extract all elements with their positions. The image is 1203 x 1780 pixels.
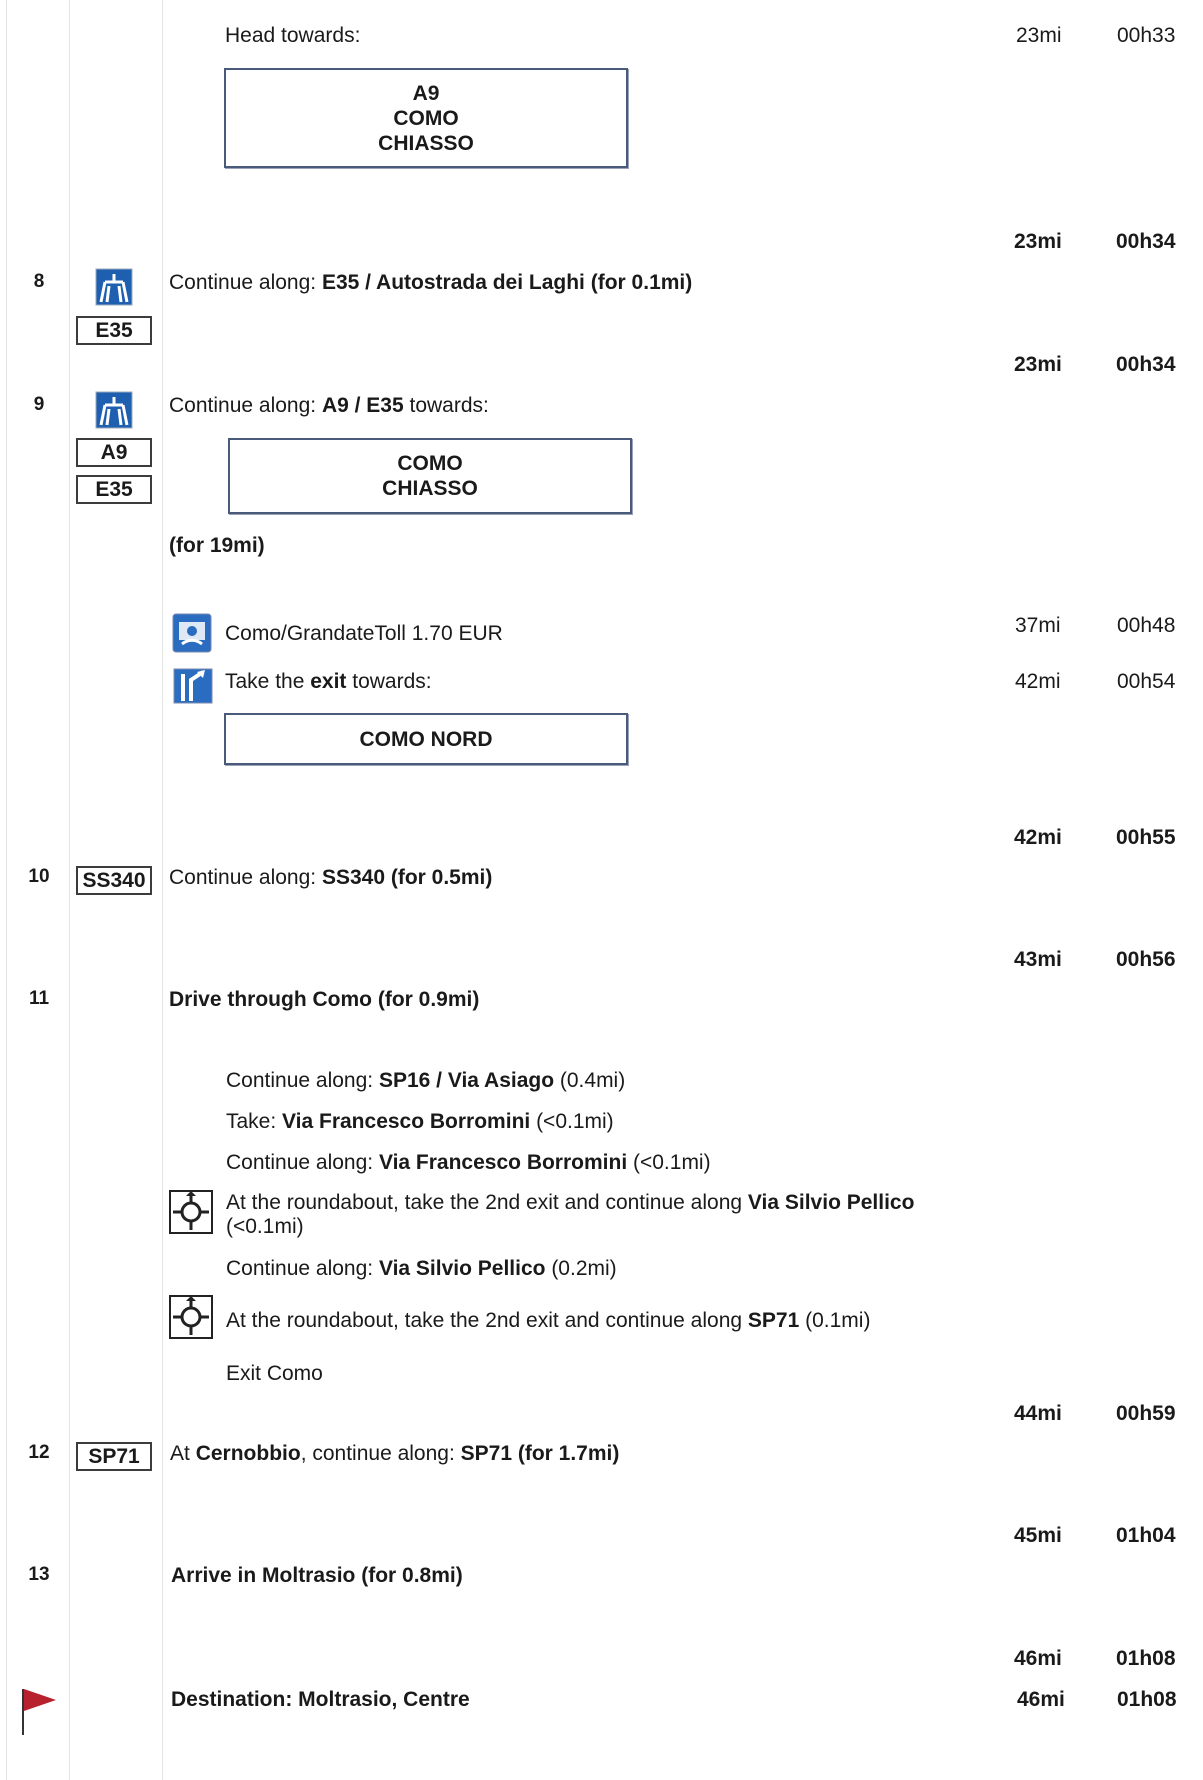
sub-instruction: Continue along: Via Silvio Pellico (0.2m… bbox=[226, 1257, 617, 1280]
sign-line: CHIASSO bbox=[378, 131, 474, 155]
motorway-icon bbox=[95, 268, 133, 312]
exit-instruction: Take the exit towards: bbox=[225, 670, 432, 693]
step-instruction: Continue along: E35 / Autostrada dei Lag… bbox=[169, 271, 693, 294]
for-distance: (for 19mi) bbox=[169, 534, 265, 557]
time: 00h54 bbox=[1117, 670, 1176, 693]
distance: 42mi bbox=[1015, 670, 1061, 693]
roundabout-icon bbox=[169, 1295, 213, 1345]
distance: 43mi bbox=[1014, 948, 1062, 971]
sign-line: CHIASSO bbox=[382, 477, 478, 500]
exit-icon bbox=[173, 668, 213, 710]
step-number: 13 bbox=[28, 1564, 50, 1585]
column-divider bbox=[6, 0, 7, 1780]
distance: 23mi bbox=[1016, 24, 1062, 47]
toll-icon bbox=[172, 613, 212, 659]
sign-line: COMO bbox=[397, 452, 463, 475]
time: 00h59 bbox=[1116, 1402, 1176, 1425]
direction-sign: COMO NORD bbox=[224, 713, 628, 765]
step-instruction: Continue along: A9 / E35 towards: bbox=[169, 394, 489, 417]
step-title: Drive through Como (for 0.9mi) bbox=[169, 988, 480, 1011]
direction-sign: A9 COMO CHIASSO bbox=[224, 68, 628, 168]
distance: 42mi bbox=[1014, 826, 1062, 849]
step-instruction: Continue along: SS340 (for 0.5mi) bbox=[169, 866, 493, 889]
direction-sign: COMO CHIASSO bbox=[228, 438, 632, 514]
time: 00h48 bbox=[1117, 614, 1176, 637]
step-title: Arrive in Moltrasio (for 0.8mi) bbox=[171, 1564, 463, 1587]
destination-label: Destination: Moltrasio, Centre bbox=[171, 1688, 470, 1711]
time: 00h33 bbox=[1117, 24, 1176, 47]
distance: 37mi bbox=[1015, 614, 1061, 637]
sub-instruction: At the roundabout, take the 2nd exit and… bbox=[226, 1191, 915, 1214]
time: 01h08 bbox=[1116, 1647, 1176, 1670]
flag-icon bbox=[20, 1685, 60, 1743]
sub-instruction: At the roundabout, take the 2nd exit and… bbox=[226, 1309, 871, 1332]
road-shield: SP71 bbox=[76, 1442, 152, 1471]
step-number: 10 bbox=[28, 866, 50, 887]
sub-instruction: Continue along: SP16 / Via Asiago (0.4mi… bbox=[226, 1069, 626, 1092]
sub-instruction: Take: Via Francesco Borromini (<0.1mi) bbox=[226, 1110, 614, 1133]
toll-text: Como/GrandateToll 1.70 EUR bbox=[225, 622, 503, 645]
road-shield: E35 bbox=[76, 316, 152, 345]
roundabout-icon bbox=[169, 1190, 213, 1240]
step-number: 8 bbox=[33, 271, 45, 292]
step-instruction: At Cernobbio, continue along: SP71 (for … bbox=[170, 1442, 620, 1465]
distance: 23mi bbox=[1014, 230, 1062, 253]
sign-line: A9 bbox=[412, 81, 440, 105]
step-number: 12 bbox=[28, 1442, 50, 1463]
time: 00h34 bbox=[1116, 353, 1176, 376]
step-number: 11 bbox=[28, 988, 50, 1009]
road-shield: SS340 bbox=[76, 866, 152, 895]
head-towards-text: Head towards: bbox=[225, 24, 361, 47]
column-divider bbox=[162, 0, 163, 1780]
time: 01h08 bbox=[1117, 1688, 1177, 1711]
column-divider bbox=[69, 0, 70, 1780]
road-shield: A9 bbox=[76, 438, 152, 467]
time: 00h55 bbox=[1116, 826, 1176, 849]
time: 00h34 bbox=[1116, 230, 1176, 253]
sub-instruction: Exit Como bbox=[226, 1362, 323, 1385]
distance: 44mi bbox=[1014, 1402, 1062, 1425]
distance: 46mi bbox=[1014, 1647, 1062, 1670]
motorway-icon bbox=[95, 391, 133, 435]
step-number: 9 bbox=[33, 394, 45, 415]
sub-instruction-line2: (<0.1mi) bbox=[226, 1215, 304, 1238]
distance: 46mi bbox=[1017, 1688, 1065, 1711]
time: 01h04 bbox=[1116, 1524, 1176, 1547]
sign-line: COMO NORD bbox=[359, 727, 493, 751]
distance: 45mi bbox=[1014, 1524, 1062, 1547]
road-shield: E35 bbox=[76, 475, 152, 504]
time: 00h56 bbox=[1116, 948, 1176, 971]
distance: 23mi bbox=[1014, 353, 1062, 376]
sub-instruction: Continue along: Via Francesco Borromini … bbox=[226, 1151, 711, 1174]
sign-line: COMO bbox=[393, 106, 459, 130]
